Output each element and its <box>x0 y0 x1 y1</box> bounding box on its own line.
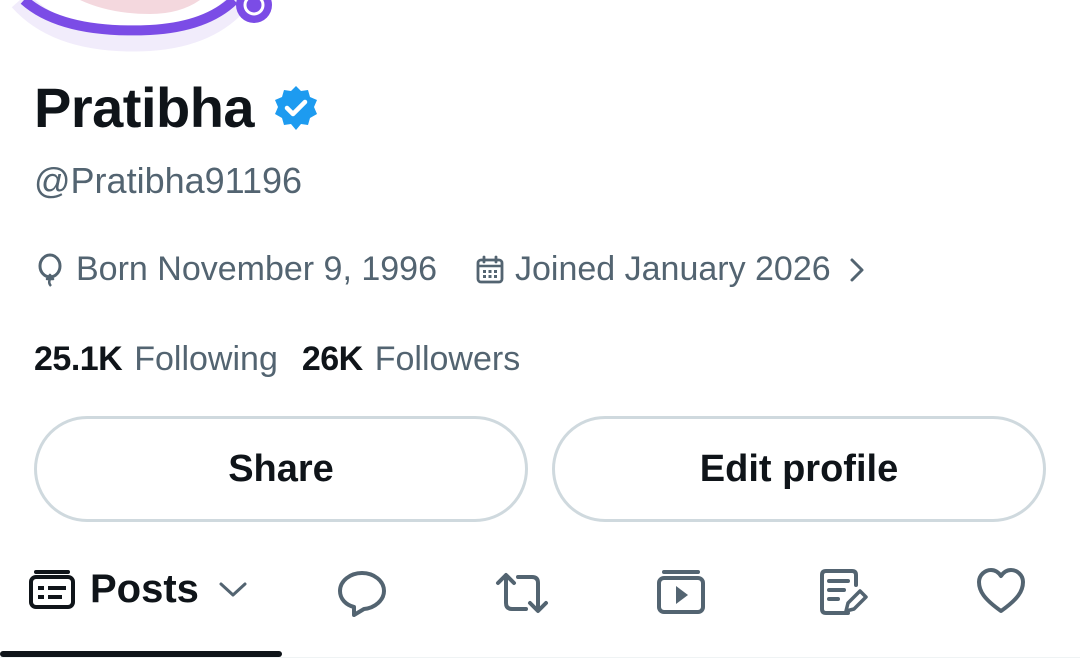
balloon-icon <box>38 253 62 287</box>
profile-handle: @Pratibha91196 <box>34 160 303 201</box>
following-label: Following <box>134 340 278 378</box>
following-link[interactable]: 25.1K Following <box>34 340 278 379</box>
tab-articles[interactable] <box>818 567 868 617</box>
follow-stats: 25.1K Following 26K Followers <box>34 340 520 379</box>
tab-posts[interactable]: Posts <box>28 567 249 612</box>
profile-meta: Born November 9, 1996 Joined January 202… <box>34 250 877 289</box>
tab-likes[interactable] <box>976 567 1026 615</box>
posts-feed-icon <box>29 569 75 609</box>
tab-replies[interactable] <box>336 567 388 619</box>
avatar-badge-icon <box>236 0 272 23</box>
avatar[interactable] <box>0 0 300 60</box>
profile-name-text: Pratibha <box>34 76 255 139</box>
tab-posts-label: Posts <box>90 567 199 611</box>
calendar-icon <box>476 255 504 283</box>
birthday: Born November 9, 1996 <box>34 250 437 289</box>
tab-reposts[interactable] <box>494 567 550 619</box>
following-count: 25.1K <box>34 340 123 378</box>
joined-text: Joined January 2026 <box>514 250 831 288</box>
chevron-right-icon[interactable] <box>847 255 877 285</box>
profile-tabs: Posts <box>0 555 1080 671</box>
followers-link[interactable]: 26K Followers <box>302 340 520 379</box>
tabs-divider <box>0 657 1080 658</box>
video-icon <box>657 570 705 614</box>
verified-badge-icon[interactable] <box>272 84 320 132</box>
edit-profile-button[interactable]: Edit profile <box>552 416 1046 522</box>
chevron-down-icon[interactable] <box>217 580 249 600</box>
reply-icon <box>338 571 386 617</box>
tab-videos[interactable] <box>656 567 706 617</box>
followers-count: 26K <box>301 340 363 378</box>
repost-icon <box>496 573 548 613</box>
share-button[interactable]: Share <box>34 416 528 522</box>
birthday-text: Born November 9, 1996 <box>76 250 437 288</box>
like-icon <box>977 568 1025 613</box>
profile-name: Pratibha <box>34 80 320 136</box>
articles-icon <box>820 569 868 615</box>
followers-label: Followers <box>374 340 521 378</box>
joined-date[interactable]: Joined January 2026 <box>475 250 877 289</box>
